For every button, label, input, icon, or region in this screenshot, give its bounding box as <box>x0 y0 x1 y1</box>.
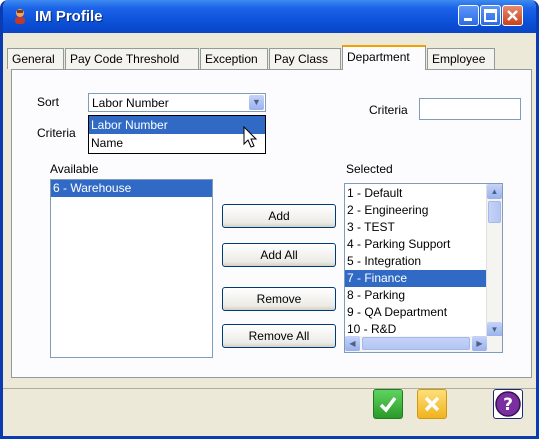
user-profile-icon <box>15 9 25 24</box>
im-profile-window: IM Profile General Pay Code Threshold Ex… <box>0 0 539 439</box>
scroll-left-icon[interactable]: ◀ <box>345 336 360 351</box>
available-list[interactable]: 6 - Warehouse <box>50 179 213 358</box>
left-criteria-label: Criteria <box>37 126 76 140</box>
window-title: IM Profile <box>35 8 103 25</box>
criteria-input[interactable] <box>419 98 521 120</box>
selected-label: Selected <box>346 162 393 176</box>
selected-list-items: 1 - Default 2 - Engineering 3 - TEST 4 -… <box>345 185 486 338</box>
sort-selected-value: Labor Number <box>92 96 169 110</box>
footer-divider <box>3 388 536 389</box>
add-button[interactable]: Add <box>222 204 336 228</box>
add-all-button[interactable]: Add All <box>222 243 336 267</box>
mouse-cursor-icon <box>243 126 258 148</box>
list-item[interactable]: 8 - Parking <box>345 287 486 304</box>
sort-label: Sort <box>37 95 60 109</box>
tab-exception[interactable]: Exception <box>200 48 268 69</box>
ok-button[interactable] <box>373 389 403 419</box>
sort-dropdown-list: Labor Number Name <box>88 115 266 154</box>
list-item[interactable]: 7 - Finance <box>345 270 486 287</box>
svg-text:?: ? <box>503 395 513 415</box>
available-label: Available <box>50 162 99 176</box>
hscroll-thumb[interactable] <box>362 337 470 350</box>
list-item[interactable]: 3 - TEST <box>345 219 486 236</box>
remove-button[interactable]: Remove <box>222 287 336 311</box>
scroll-right-icon[interactable]: ▶ <box>472 336 487 351</box>
list-item[interactable]: 2 - Engineering <box>345 202 486 219</box>
cancel-button[interactable] <box>417 389 447 419</box>
sort-option-name[interactable]: Name <box>89 134 265 152</box>
selected-list[interactable]: 1 - Default 2 - Engineering 3 - TEST 4 -… <box>344 183 503 353</box>
maximize-icon <box>484 9 497 22</box>
title-bar[interactable]: IM Profile <box>3 0 536 33</box>
maximize-button[interactable] <box>480 5 501 26</box>
list-item[interactable]: 6 - Warehouse <box>51 180 212 197</box>
list-item[interactable]: 1 - Default <box>345 185 486 202</box>
sort-option-labor-number[interactable]: Labor Number <box>89 116 265 134</box>
scroll-thumb[interactable] <box>488 201 501 223</box>
minimize-button[interactable] <box>458 5 479 26</box>
tab-pay-code-threshold[interactable]: Pay Code Threshold <box>65 48 199 69</box>
list-item[interactable]: 9 - QA Department <box>345 304 486 321</box>
tab-department[interactable]: Department <box>342 45 426 70</box>
vertical-scrollbar[interactable]: ▲ ▼ <box>486 184 502 337</box>
close-button[interactable] <box>502 5 523 26</box>
right-criteria-label: Criteria <box>369 103 408 117</box>
horizontal-scrollbar[interactable]: ◀ ▶ <box>345 336 502 352</box>
x-icon <box>424 396 440 412</box>
list-item[interactable]: 4 - Parking Support <box>345 236 486 253</box>
scroll-down-icon[interactable]: ▼ <box>487 322 502 337</box>
scroll-up-icon[interactable]: ▲ <box>487 184 502 199</box>
close-icon <box>507 10 518 21</box>
list-item[interactable]: 5 - Integration <box>345 253 486 270</box>
help-button[interactable]: ? <box>493 389 523 419</box>
sort-select[interactable]: Labor Number ▼ <box>88 93 266 112</box>
tab-employee[interactable]: Employee <box>427 48 495 69</box>
question-mark-icon: ? <box>495 391 521 417</box>
remove-all-button[interactable]: Remove All <box>222 324 336 348</box>
tab-pay-class[interactable]: Pay Class <box>269 48 341 69</box>
checkmark-icon <box>379 396 397 413</box>
tab-general[interactable]: General <box>7 48 64 69</box>
minimize-icon <box>464 18 472 21</box>
chevron-down-icon[interactable]: ▼ <box>249 95 264 110</box>
